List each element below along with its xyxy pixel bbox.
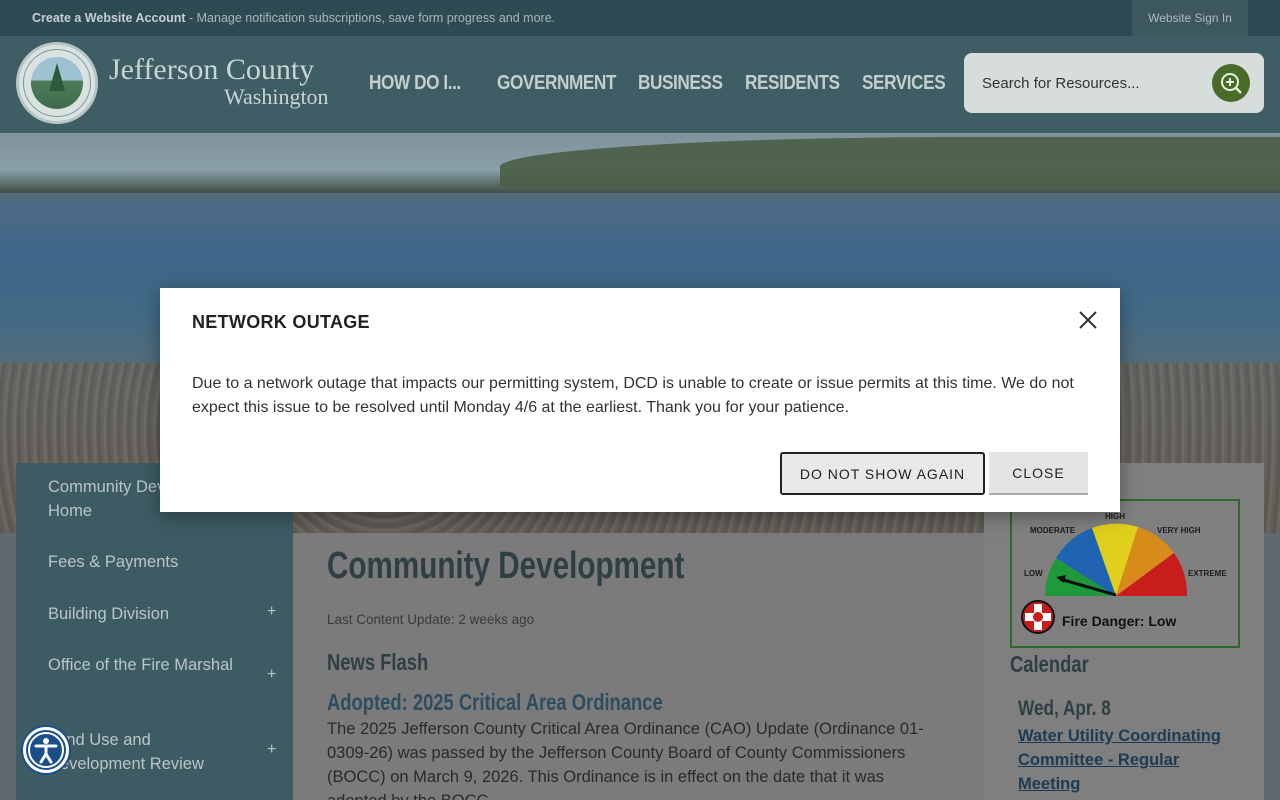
close-icon[interactable]	[1076, 308, 1100, 332]
close-button[interactable]: CLOSE	[989, 452, 1088, 495]
dialog-title: NETWORK OUTAGE	[192, 312, 370, 332]
dialog-message: Due to a network outage that impacts our…	[192, 375, 1074, 416]
accessibility-button[interactable]	[23, 727, 69, 773]
do-not-show-again-button[interactable]: DO NOT SHOW AGAIN	[780, 452, 985, 495]
network-outage-dialog: NETWORK OUTAGE Due to a network outage t…	[160, 288, 1120, 512]
accessibility-icon	[28, 732, 64, 768]
